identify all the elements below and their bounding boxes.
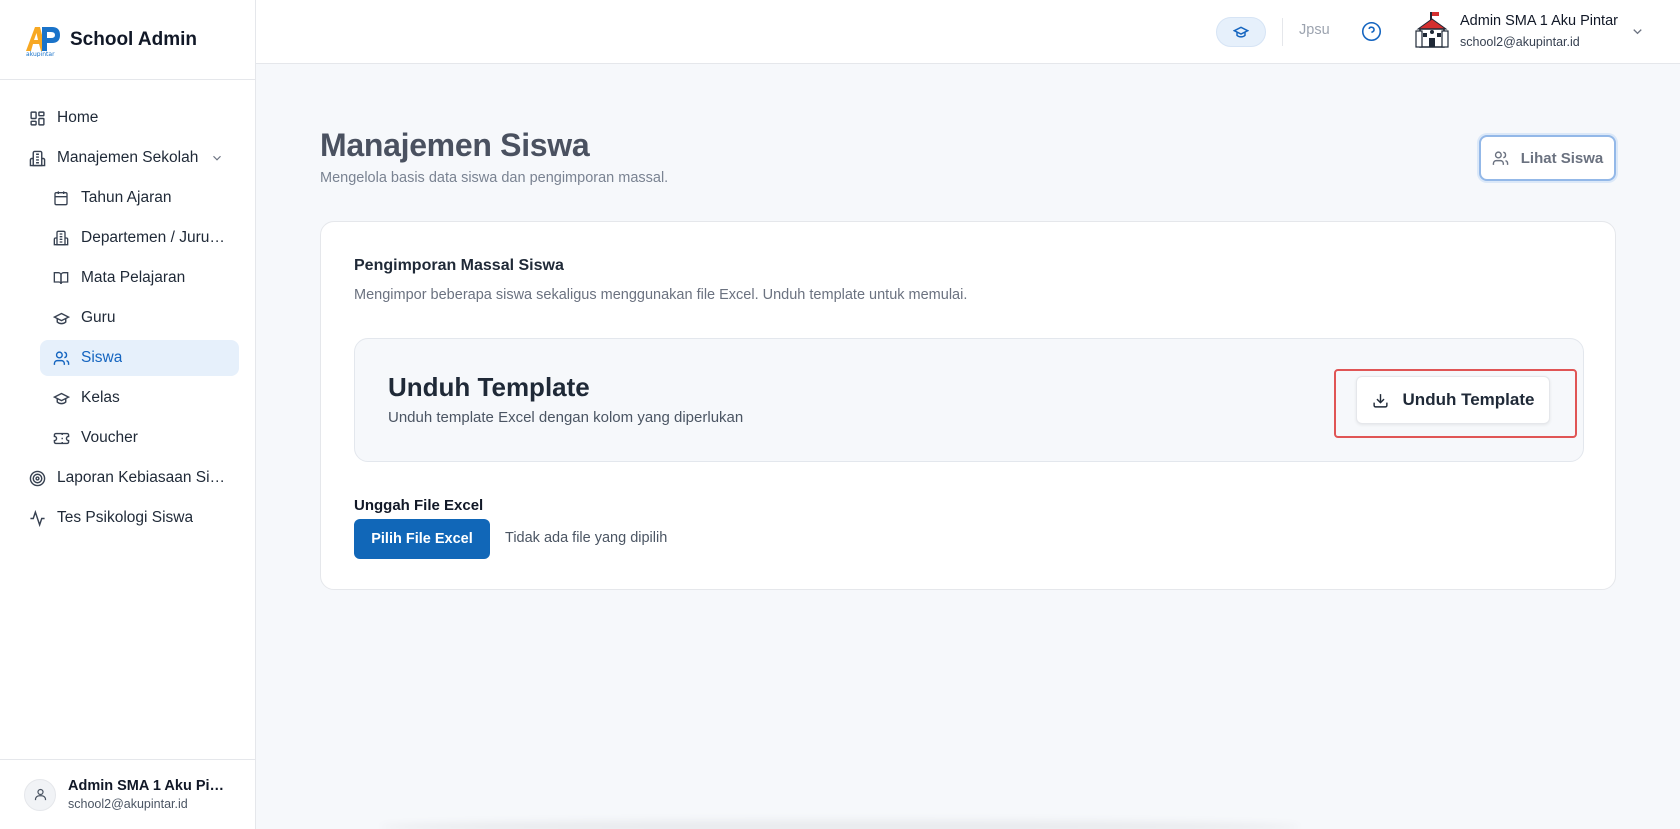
sidebar-item-label: Laporan Kebiasaan Siswa bbox=[57, 469, 230, 486]
activity-icon bbox=[28, 509, 46, 527]
sidebar-item-label: Siswa bbox=[81, 349, 123, 366]
sidebar-item-guru[interactable]: Guru bbox=[40, 300, 239, 336]
sidebar: akupintar School Admin Home Manajemen Se… bbox=[0, 0, 256, 829]
dashboard-icon bbox=[28, 109, 46, 127]
upload-label: Unggah File Excel bbox=[354, 497, 484, 514]
role-toggle-button[interactable] bbox=[1216, 17, 1266, 47]
sidebar-user-profile[interactable]: Admin SMA 1 Aku Pintar school2@akupintar… bbox=[0, 759, 256, 829]
logo-wordmark: akupintar bbox=[26, 51, 55, 57]
download-icon bbox=[1372, 393, 1388, 408]
choose-file-button[interactable]: Pilih File Excel bbox=[354, 519, 490, 559]
graduation-cap-icon bbox=[52, 389, 70, 407]
view-students-button[interactable]: Lihat Siswa bbox=[1479, 135, 1616, 181]
page-subtitle: Mengelola basis data siswa dan pengimpor… bbox=[320, 170, 669, 186]
sidebar-item-label: Home bbox=[57, 109, 99, 126]
sidebar-item-label: Guru bbox=[81, 309, 116, 326]
sidebar-item-laporan-kebiasaan[interactable]: Laporan Kebiasaan Siswa bbox=[16, 460, 239, 496]
sidebar-item-label: Tes Psikologi Siswa bbox=[57, 509, 194, 526]
sidebar-item-label: Manajemen Sekolah bbox=[57, 149, 199, 166]
header-divider bbox=[1282, 18, 1283, 46]
sidebar-item-label: Tahun Ajaran bbox=[81, 189, 172, 206]
chevron-down-icon[interactable] bbox=[210, 151, 224, 165]
top-header: Jpsu Admin SMA 1 Aku Pintar school2@akup… bbox=[256, 0, 1680, 64]
header-user-code: Jpsu bbox=[1299, 22, 1330, 38]
bulk-import-card: Pengimporan Massal Siswa Mengimpor beber… bbox=[320, 221, 1616, 590]
brand[interactable]: akupintar School Admin bbox=[0, 0, 255, 80]
graduation-cap-icon bbox=[1233, 26, 1249, 38]
template-subtitle: Unduh template Excel dengan kolom yang d… bbox=[388, 409, 744, 426]
sidebar-nav: Home Manajemen Sekolah Tahun Ajaran Depa… bbox=[0, 80, 255, 536]
header-user-name[interactable]: Admin SMA 1 Aku Pintar bbox=[1460, 13, 1618, 29]
sidebar-item-voucher[interactable]: Voucher bbox=[40, 420, 239, 456]
sidebar-user-name: Admin SMA 1 Aku Pintar bbox=[68, 778, 228, 794]
sidebar-item-mata-pelajaran[interactable]: Mata Pelajaran bbox=[40, 260, 239, 296]
card-subtitle: Mengimpor beberapa siswa sekaligus mengg… bbox=[354, 287, 968, 303]
no-file-text: Tidak ada file yang dipilih bbox=[505, 530, 668, 546]
sidebar-item-tes-psikologi[interactable]: Tes Psikologi Siswa bbox=[16, 500, 239, 536]
sidebar-item-tahun-ajaran[interactable]: Tahun Ajaran bbox=[40, 180, 239, 216]
sidebar-item-label: Departemen / Jurusan bbox=[81, 229, 226, 246]
help-icon[interactable] bbox=[1361, 21, 1382, 47]
template-title: Unduh Template bbox=[388, 372, 590, 402]
building-icon bbox=[52, 229, 70, 247]
sidebar-item-kelas[interactable]: Kelas bbox=[40, 380, 239, 416]
sidebar-item-home[interactable]: Home bbox=[16, 100, 239, 136]
users-icon bbox=[1492, 150, 1509, 165]
highlight-box: Unduh Template bbox=[1334, 369, 1577, 438]
download-template-label: Unduh Template bbox=[1402, 390, 1535, 409]
brand-title: School Admin bbox=[70, 28, 198, 50]
book-icon bbox=[52, 269, 70, 287]
sidebar-item-manajemen-sekolah[interactable]: Manajemen Sekolah bbox=[16, 140, 239, 176]
chevron-down-icon[interactable] bbox=[1630, 24, 1645, 44]
download-template-button[interactable]: Unduh Template bbox=[1356, 376, 1550, 424]
bottom-shadow bbox=[380, 820, 1300, 829]
users-icon bbox=[52, 349, 70, 367]
sidebar-item-label: Mata Pelajaran bbox=[81, 269, 186, 286]
target-icon bbox=[28, 469, 46, 487]
sidebar-item-label: Kelas bbox=[81, 389, 120, 406]
sidebar-item-siswa[interactable]: Siswa bbox=[40, 340, 239, 376]
sidebar-user-info: Admin SMA 1 Aku Pintar school2@akupintar… bbox=[68, 778, 228, 811]
sidebar-item-departemen[interactable]: Departemen / Jurusan bbox=[40, 220, 239, 256]
page-title: Manajemen Siswa bbox=[320, 127, 590, 163]
view-students-label: Lihat Siswa bbox=[1520, 149, 1604, 167]
ticket-icon bbox=[52, 429, 70, 447]
download-template-panel: Unduh Template Unduh template Excel deng… bbox=[354, 338, 1584, 462]
graduation-cap-icon bbox=[52, 309, 70, 327]
akupintar-logo: akupintar bbox=[24, 23, 62, 58]
calendar-icon bbox=[52, 189, 70, 207]
sidebar-item-label: Voucher bbox=[81, 429, 138, 446]
building-icon bbox=[28, 149, 46, 167]
header-user-email: school2@akupintar.id bbox=[1460, 35, 1580, 49]
sidebar-user-email: school2@akupintar.id bbox=[68, 797, 188, 811]
school-building-icon bbox=[1414, 12, 1450, 50]
card-title: Pengimporan Massal Siswa bbox=[354, 257, 564, 274]
user-icon bbox=[24, 778, 56, 811]
